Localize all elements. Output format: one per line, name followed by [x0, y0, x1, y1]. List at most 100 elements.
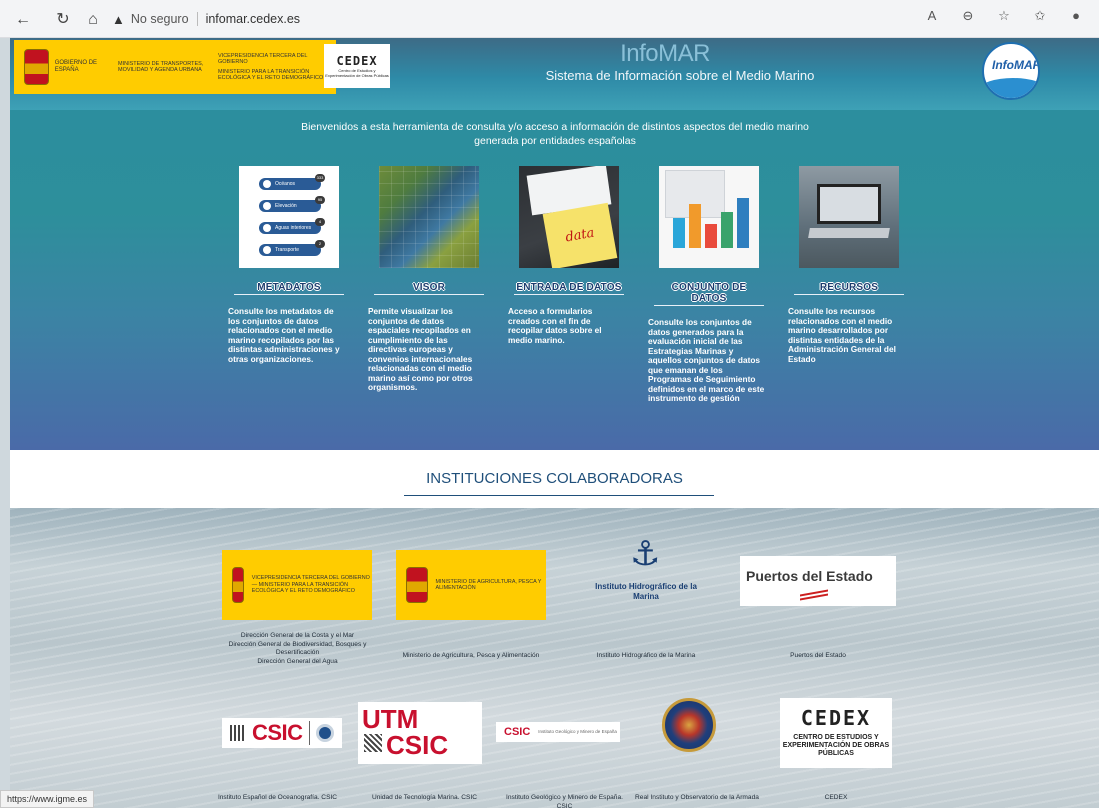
card-title[interactable]: VISOR [374, 282, 484, 295]
section-title: INSTITUCIONES COLABORADORAS [426, 470, 683, 487]
infomar-logo-text: InfoMAR [992, 58, 1040, 72]
caption-line[interactable]: Dirección General del Agua [215, 658, 380, 667]
logo-agricultura[interactable]: Ministerio de Agricultura, Pesca y Alime… [396, 550, 546, 620]
conjunto-datos-thumbnail[interactable] [659, 166, 759, 268]
qr-icon [364, 734, 382, 752]
logo-utm-csic[interactable]: UTM CSIC [358, 702, 482, 764]
logo-transicion-ecologica[interactable]: Vicepresidencia Tercera del Gobierno — M… [222, 550, 372, 620]
card-visor[interactable]: VISOR Permite visualizar los conjuntos d… [364, 166, 494, 393]
inst-caption-agricultura[interactable]: Ministerio de Agricultura, Pesca y Alime… [386, 652, 556, 661]
coat-of-arms-icon [24, 49, 49, 85]
caption-line[interactable]: Dirección General de Biodiversidad, Bosq… [215, 641, 380, 658]
card-description: Acceso a formularios creados con el fin … [508, 306, 602, 345]
back-icon[interactable]: ← [12, 9, 34, 31]
site-subtitle: Sistema de Información sobre el Medio Ma… [545, 68, 815, 83]
chart-bar-graphic [689, 204, 701, 248]
logo-text: Ministerio de Agricultura, Pesca y Alime… [435, 578, 542, 592]
logo-text: CSIC [504, 726, 531, 738]
read-aloud-icon[interactable]: A [921, 8, 943, 24]
card-description: Consulte los recursos relacionados con e… [788, 306, 896, 364]
inst-caption-igme[interactable]: Instituto Geológico y Minero de España. … [502, 794, 627, 808]
card-recursos[interactable]: RECURSOS Consulte los recursos relaciona… [784, 166, 914, 364]
logo-ieo-csic[interactable]: CSIC [222, 718, 342, 748]
cedex-header-logo[interactable]: CEDEX Centro de Estudios y Experimentaci… [324, 44, 390, 88]
government-logo[interactable]: Gobierno de España Ministerio de Transpo… [14, 40, 336, 94]
keyboard-graphic [808, 228, 890, 238]
logo-instituto-hidrografico[interactable]: ⚓ Instituto Hidrográfico de la Marina [594, 532, 698, 628]
inst-caption-utm[interactable]: Unidad de Tecnología Marina. CSIC [362, 794, 487, 803]
inst-caption-hidrografico[interactable]: Instituto Hidrográfico de la Marina [576, 652, 716, 661]
card-metadatos[interactable]: Océanos 333 Elevación 95 Aguas interiore… [224, 166, 354, 364]
zoom-icon[interactable]: ⊖ [957, 8, 979, 24]
card-description: Permite visualizar los conjuntos de dato… [368, 306, 473, 392]
pill-label: Océanos [275, 181, 296, 187]
logo-cedex[interactable]: CEDEX CENTRO DE ESTUDIOS Y EXPERIMENTACI… [780, 698, 892, 768]
card-title[interactable]: RECURSOS [794, 282, 904, 295]
profile-icon[interactable]: ● [1065, 8, 1087, 24]
pill-transporte[interactable]: Transporte 2 [259, 240, 325, 256]
reload-icon[interactable]: ↻ [52, 9, 74, 31]
card-conjunto-datos[interactable]: CONJUNTO DE DATOS Consulte los conjuntos… [644, 166, 774, 404]
section-underline [404, 495, 714, 496]
address-bar[interactable]: ▲ No seguro infomar.cedex.es [112, 6, 952, 32]
cedex-logo-text: CEDEX [336, 54, 378, 68]
status-bar-url: https://www.igme.es [0, 790, 95, 808]
security-label[interactable]: No seguro [131, 12, 189, 26]
card-title[interactable]: METADATOS [234, 282, 344, 295]
card-entrada-datos[interactable]: data entry ENTRADA DE DATOS Acceso a for… [504, 166, 634, 345]
pill-count: 333 [315, 174, 325, 182]
coat-of-arms-icon [232, 567, 244, 603]
recursos-thumbnail[interactable] [799, 166, 899, 268]
browser-toolbar: ← ↻ ⌂ ▲ No seguro infomar.cedex.es A ⊖ ☆… [0, 0, 1099, 38]
site-header: Gobierno de España Ministerio de Transpo… [10, 38, 1099, 110]
logo-text: CSIC [252, 720, 303, 745]
ministerio-transicion-label: Vicepresidencia Tercera del Gobierno Min… [214, 53, 324, 82]
logo-text: Vicepresidencia Tercera del Gobierno — M… [251, 575, 370, 595]
logo-subtext: CENTRO DE ESTUDIOS Y EXPERIMENTACIÓN DE … [782, 734, 890, 757]
card-description: Consulte los conjuntos de datos generado… [648, 317, 765, 403]
logo-text: Instituto Hidrográfico de la Marina [595, 582, 697, 601]
ministerio-transportes-label: Ministerio de Transportes, Movilidad y A… [118, 60, 204, 74]
anchor-icon: ⚓ [630, 535, 661, 573]
page: Gobierno de España Ministerio de Transpo… [10, 38, 1099, 808]
welcome-text: Bienvenidos a esta herramienta de consul… [301, 121, 809, 147]
vicepresidencia-label: Vicepresidencia Tercera del Gobierno [218, 52, 308, 66]
gobierno-logo: Gobierno de España [14, 40, 114, 94]
visor-thumbnail[interactable] [379, 166, 479, 268]
pill-count: 4 [315, 218, 325, 226]
pill-elevacion[interactable]: Elevación 95 [259, 196, 325, 212]
logo-roa-armada[interactable] [662, 698, 716, 752]
warning-icon[interactable]: ▲ [112, 12, 125, 27]
hero-section: Bienvenidos a esta herramienta de consul… [10, 110, 1099, 450]
home-icon[interactable]: ⌂ [82, 9, 104, 31]
logo-puertos-estado[interactable]: Puertos del Estado [740, 556, 896, 606]
anchor-icon [263, 180, 271, 188]
transicion-label: Ministerio para la Transición Ecológica … [218, 68, 324, 82]
inst-caption-ieo[interactable]: Instituto Español de Oceanografía. CSIC [215, 794, 340, 803]
entrada-datos-thumbnail[interactable]: data entry [519, 166, 619, 268]
pill-aguas-interiores[interactable]: Aguas interiores 4 [259, 218, 325, 234]
pill-count: 2 [315, 240, 325, 248]
inst-caption-cedex[interactable]: CEDEX [786, 794, 886, 803]
pill-oceanos[interactable]: Océanos 333 [259, 174, 325, 190]
logo-igme-csic[interactable]: CSIC Instituto Geológico y Minero de Esp… [496, 722, 620, 742]
inst-caption-roa[interactable]: Real Instituto y Observatorio de la Arma… [622, 794, 772, 803]
drop-icon [263, 224, 271, 232]
gobierno-label: Gobierno de España [54, 60, 98, 73]
pill-label: Elevación [275, 203, 297, 209]
card-title[interactable]: CONJUNTO DE DATOS [654, 282, 764, 306]
address-separator [196, 12, 198, 26]
inst-caption-transicion: Dirección General de la Costa y el Mar D… [215, 632, 380, 666]
flag-icon [263, 202, 271, 210]
metadatos-thumbnail[interactable]: Océanos 333 Elevación 95 Aguas interiore… [239, 166, 339, 268]
favorite-add-icon[interactable]: ☆ [993, 8, 1015, 24]
caption-line[interactable]: Dirección General de la Costa y el Mar [215, 632, 380, 641]
card-description: Consulte los metadatos de los conjuntos … [228, 306, 340, 364]
site-title: InfoMAR [620, 40, 710, 67]
url-text[interactable]: infomar.cedex.es [206, 12, 301, 26]
infomar-logo[interactable]: InfoMAR [982, 42, 1040, 100]
card-title[interactable]: ENTRADA DE DATOS [514, 282, 624, 295]
favorites-icon[interactable]: ✩ [1029, 8, 1051, 24]
inst-caption-puertos[interactable]: Puertos del Estado [748, 652, 888, 661]
laptop-graphic [817, 184, 881, 224]
